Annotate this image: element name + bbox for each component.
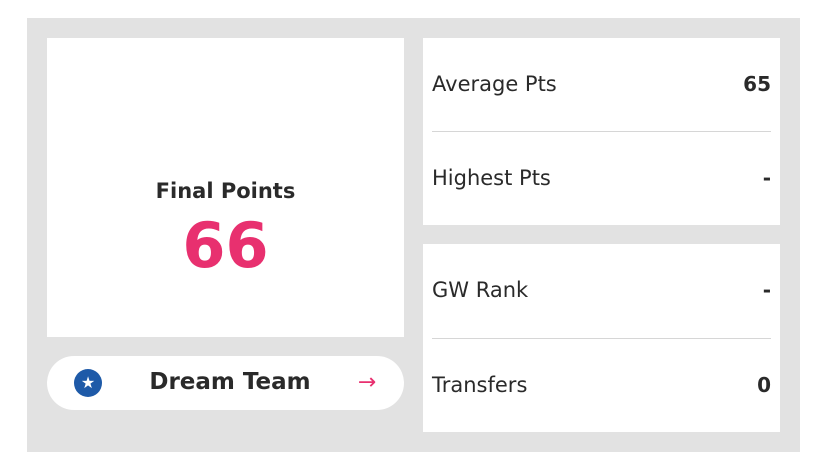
final-points-card: Final Points 66 — [47, 38, 404, 337]
rank-stats-card: GW Rank - Transfers 0 — [423, 244, 780, 432]
stat-label: GW Rank — [432, 278, 529, 302]
stat-label: Highest Pts — [432, 166, 551, 190]
stat-label: Average Pts — [432, 72, 557, 96]
stat-row-transfers[interactable]: Transfers 0 — [432, 339, 771, 432]
points-stats-card: Average Pts 65 Highest Pts - — [423, 38, 780, 225]
stat-row-highest-pts[interactable]: Highest Pts - — [432, 132, 771, 225]
final-points-value: 66 — [182, 209, 269, 282]
stat-value: 65 — [743, 72, 771, 96]
dream-team-label[interactable]: Dream Team — [130, 366, 330, 398]
arrow-right-icon[interactable]: → — [352, 368, 382, 398]
stat-label: Transfers — [432, 373, 528, 397]
star-icon: ★ — [74, 369, 102, 397]
stat-value: - — [762, 166, 771, 190]
stat-row-gw-rank: GW Rank - — [432, 244, 771, 337]
stat-value: - — [762, 278, 771, 302]
final-points-label: Final Points — [155, 179, 296, 203]
stat-value: 0 — [757, 373, 771, 397]
stat-row-average-pts: Average Pts 65 — [432, 38, 771, 131]
